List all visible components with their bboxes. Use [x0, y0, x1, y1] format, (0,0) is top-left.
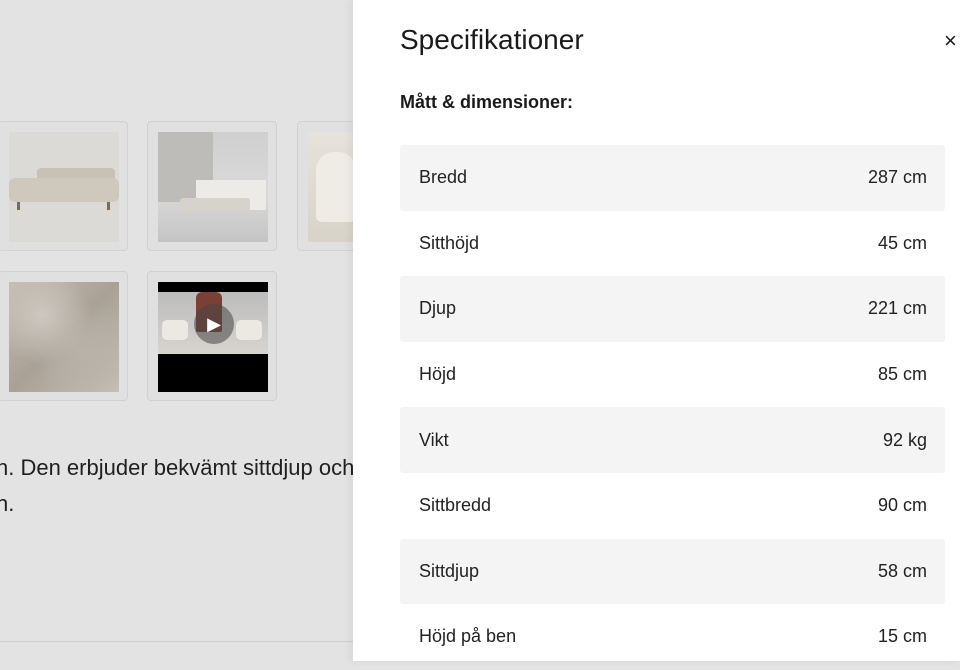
spec-value: 221 cm: [867, 298, 927, 319]
spec-value: 58 cm: [877, 560, 927, 581]
divider: [0, 641, 353, 642]
spec-value: 287 cm: [867, 167, 927, 188]
sofa-side-image: [9, 132, 119, 242]
play-icon[interactable]: ▶: [194, 304, 234, 344]
spec-row: Bredd 287 cm: [400, 145, 945, 211]
spec-table: Bredd 287 cm Sitthöjd 45 cm Djup 221 cm …: [400, 145, 945, 670]
spec-label: Höjd på ben: [419, 626, 517, 647]
description-line: n. Den erbjuder bekvämt sittdjup och: [0, 455, 355, 480]
close-icon[interactable]: ×: [944, 30, 957, 52]
gallery-thumbnail-fabric[interactable]: [0, 271, 128, 401]
gallery-thumbnail-video[interactable]: ▶: [147, 271, 277, 401]
spec-row: Höjd 85 cm: [400, 342, 945, 408]
video-thumbnail: ▶: [158, 282, 268, 392]
spec-label: Sittbredd: [419, 495, 492, 516]
spec-value: 45 cm: [877, 232, 927, 253]
spec-row: Sittdjup 58 cm: [400, 538, 945, 605]
drawer-title: Specifikationer: [400, 24, 584, 55]
spec-row: Höjd på ben 15 cm: [400, 604, 945, 670]
section-heading: Mått & dimensioner:: [400, 92, 574, 112]
gallery-thumbnail-sofa[interactable]: [0, 121, 128, 251]
description-line: n.: [0, 491, 15, 516]
spec-row: Sitthöjd 45 cm: [400, 211, 945, 277]
spec-value: 15 cm: [877, 626, 927, 647]
spec-value: 85 cm: [877, 364, 927, 385]
spec-label: Vikt: [419, 429, 449, 450]
spec-row: Sittbredd 90 cm: [400, 473, 945, 539]
spec-label: Bredd: [419, 167, 468, 188]
spec-label: Sittdjup: [419, 560, 480, 581]
spec-label: Höjd: [419, 364, 457, 385]
product-description: n. Den erbjuder bekvämt sittdjup och n.: [0, 450, 356, 522]
fabric-image: [9, 282, 119, 392]
spec-label: Djup: [419, 298, 457, 319]
spec-label: Sitthöjd: [419, 232, 480, 253]
room-scene-image: [158, 132, 268, 242]
spec-value: 92 kg: [882, 429, 927, 450]
spec-row: Vikt 92 kg: [400, 407, 945, 473]
specifications-drawer: Specifikationer × Mått & dimensioner: Br…: [353, 0, 960, 661]
gallery-thumbnail-room[interactable]: [147, 121, 277, 251]
spec-value: 90 cm: [877, 495, 927, 516]
spec-row: Djup 221 cm: [400, 276, 945, 342]
